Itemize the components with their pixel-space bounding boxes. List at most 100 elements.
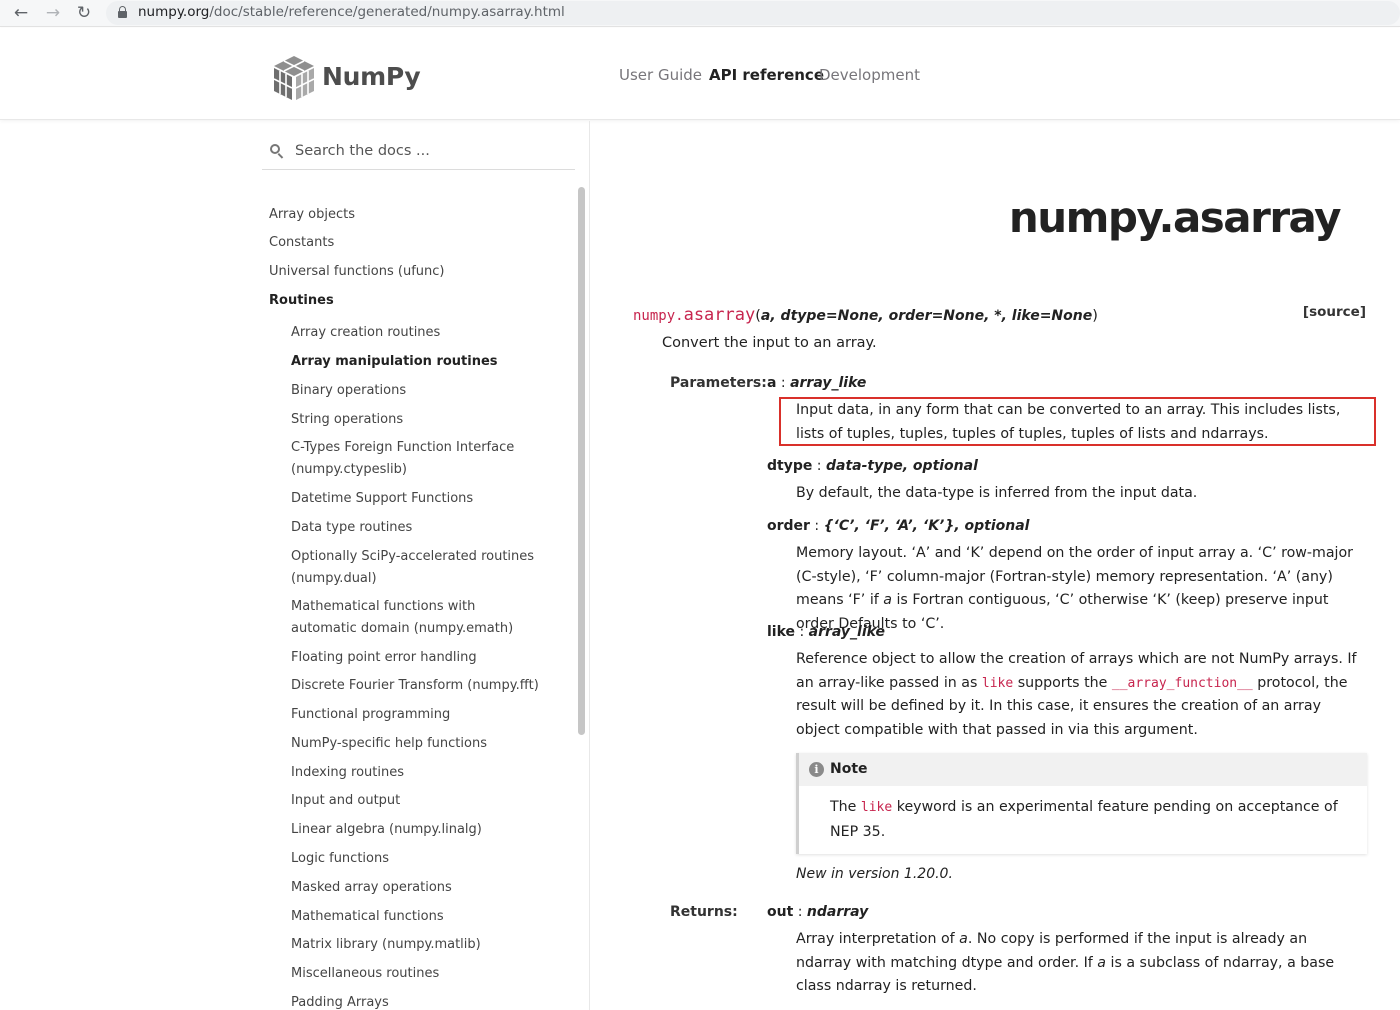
desc-text: Array interpretation of: [796, 931, 960, 947]
sidebar-item-constants[interactable]: Constants: [269, 232, 334, 254]
param-dtype-description: By default, the data-type is inferred fr…: [796, 485, 1198, 501]
sidebar-item-functional[interactable]: Functional programming: [291, 704, 450, 726]
sidebar-item-binary-operations[interactable]: Binary operations: [291, 380, 406, 402]
signature-name: asarray: [683, 305, 756, 325]
numpy-logo-icon[interactable]: [270, 54, 318, 102]
url-domain: numpy.org: [138, 4, 210, 20]
sidebar-item-label: Mathematical functions with: [291, 599, 476, 614]
param-type: data-type, optional: [825, 458, 978, 474]
note-body: The like keyword is an experimental feat…: [830, 795, 1350, 844]
sidebar-item-scipy-accelerated[interactable]: Optionally SciPy-accelerated routines (nu…: [291, 546, 534, 589]
source-link[interactable]: [source]: [1303, 304, 1366, 320]
main-content: numpy.asarray numpy.asarray(a, dtype=Non…: [591, 121, 1400, 1010]
sidebar-item-array-creation[interactable]: Array creation routines: [291, 322, 440, 344]
note-text: keyword is an experimental feature pendi…: [830, 799, 1338, 840]
back-arrow-icon[interactable]: ←: [10, 3, 32, 23]
param-order-header: order : {‘C’, ‘F’, ‘A’, ‘K’}, optional: [767, 518, 1029, 534]
sidebar-scrollbar[interactable]: [578, 187, 586, 1010]
return-type: ndarray: [806, 904, 869, 920]
function-signature: numpy.asarray(a, dtype=None, order=None,…: [633, 305, 1098, 325]
sidebar-item-string-operations[interactable]: String operations: [291, 409, 403, 431]
search-input[interactable]: [295, 139, 565, 163]
sidebar-item-logic[interactable]: Logic functions: [291, 848, 389, 870]
return-separator: :: [793, 904, 807, 920]
param-type: array_like: [790, 375, 867, 391]
sidebar-item-misc[interactable]: Miscellaneous routines: [291, 963, 439, 985]
sidebar-item-data-type[interactable]: Data type routines: [291, 517, 412, 539]
highlight-annotation-box: [779, 397, 1376, 446]
nav-api-reference[interactable]: API reference: [709, 66, 824, 84]
sidebar-item-padding[interactable]: Padding Arrays: [291, 992, 389, 1010]
param-like-description: Reference object to allow the creation o…: [796, 648, 1366, 742]
sidebar-item-help-functions[interactable]: NumPy-specific help functions: [291, 733, 487, 755]
sidebar-item-routines[interactable]: Routines: [269, 290, 334, 312]
sidebar-item-label-line2: (numpy.dual): [291, 570, 377, 586]
note-text: The: [830, 799, 861, 815]
url-path: /doc/stable/reference/generated/numpy.as…: [209, 4, 565, 20]
inline-code: like: [860, 800, 893, 815]
sidebar-item-label: Optionally SciPy-accelerated routines: [291, 549, 535, 564]
return-out-header: out : ndarray: [767, 904, 868, 920]
nav-user-guide[interactable]: User Guide: [619, 66, 702, 84]
search-box: [262, 133, 575, 170]
desc-emphasis: a: [883, 592, 892, 608]
logo-text[interactable]: NumPy: [322, 62, 421, 91]
lock-icon: [118, 6, 127, 18]
sidebar-item-math-functions[interactable]: Mathematical functions: [291, 906, 444, 928]
sidebar-item-matlib[interactable]: Matrix library (numpy.matlib): [291, 934, 481, 956]
sidebar-item-fft[interactable]: Discrete Fourier Transform (numpy.fft): [291, 675, 539, 697]
param-dtype-header: dtype : data-type, optional: [767, 458, 978, 474]
address-bar[interactable]: numpy.org/doc/stable/reference/generated…: [106, 1, 1400, 25]
return-out-description: Array interpretation of a. No copy is pe…: [796, 928, 1366, 999]
reload-icon[interactable]: ↻: [73, 3, 95, 23]
page-title: numpy.asarray: [1008, 193, 1342, 242]
param-separator: :: [795, 624, 809, 640]
param-name: like: [767, 624, 796, 640]
sidebar-item-label: C-Types Foreign Function Interface: [291, 440, 515, 455]
sidebar-item-label-line2: automatic domain (numpy.emath): [291, 620, 514, 636]
param-separator: :: [812, 458, 826, 474]
inline-code: like: [981, 675, 1014, 691]
search-icon: [270, 144, 284, 159]
inline-code: __array_function__: [1111, 675, 1253, 691]
param-separator: :: [776, 375, 791, 391]
sidebar-item-emath[interactable]: Mathematical functions with automatic dom…: [291, 596, 513, 639]
sidebar-item-array-objects[interactable]: Array objects: [269, 204, 355, 226]
param-name: order: [767, 518, 810, 534]
sidebar-item-input-output[interactable]: Input and output: [291, 790, 400, 812]
site-header: NumPy User Guide API reference Developme…: [0, 28, 1400, 120]
desc-emphasis: a: [959, 931, 968, 947]
signature-module: numpy.: [633, 308, 684, 324]
forward-arrow-icon[interactable]: →: [42, 3, 64, 23]
signature-params: a, dtype=None, order=None, *, like=None: [760, 308, 1093, 324]
sidebar-item-masked-array[interactable]: Masked array operations: [291, 877, 452, 899]
param-a-header: a : array_like: [767, 375, 866, 391]
nav-development[interactable]: Development: [819, 66, 920, 84]
return-name: out: [767, 904, 794, 920]
param-separator: :: [809, 518, 824, 534]
sidebar-item-label-line2: (numpy.ctypeslib): [291, 461, 407, 477]
version-added: New in version 1.20.0.: [796, 866, 953, 882]
param-like-header: like : array_like: [767, 624, 885, 640]
browser-toolbar: ← → ↻ numpy.org/doc/stable/reference/gen…: [0, 0, 1400, 27]
sidebar-scrollbar-thumb[interactable]: [578, 187, 585, 735]
sidebar-item-linalg[interactable]: Linear algebra (numpy.linalg): [291, 819, 482, 841]
sidebar: Array objects Constants Universal functi…: [0, 121, 590, 1010]
desc-text: supports the: [1013, 674, 1112, 691]
param-order-description: Memory layout. ‘A’ and ‘K’ depend on the…: [796, 542, 1366, 636]
note-title: Note: [830, 761, 868, 777]
parameters-label: Parameters:: [670, 375, 767, 391]
param-type: array_like: [808, 624, 885, 640]
sidebar-item-ctypes[interactable]: C-Types Foreign Function Interface (numpy…: [291, 437, 514, 480]
info-icon: i: [809, 762, 824, 777]
note-header: i Note: [799, 753, 1367, 786]
signature-close-paren: ): [1092, 308, 1098, 324]
sidebar-item-indexing[interactable]: Indexing routines: [291, 762, 404, 784]
sidebar-item-array-manipulation[interactable]: Array manipulation routines: [291, 351, 498, 373]
returns-label: Returns:: [670, 904, 738, 920]
note-admonition: i Note The like keyword is an experiment…: [796, 753, 1367, 854]
sidebar-item-ufunc[interactable]: Universal functions (ufunc): [269, 261, 444, 283]
sidebar-item-datetime[interactable]: Datetime Support Functions: [291, 488, 473, 510]
summary-text: Convert the input to an array.: [662, 335, 877, 351]
sidebar-item-floating-point[interactable]: Floating point error handling: [291, 647, 477, 669]
